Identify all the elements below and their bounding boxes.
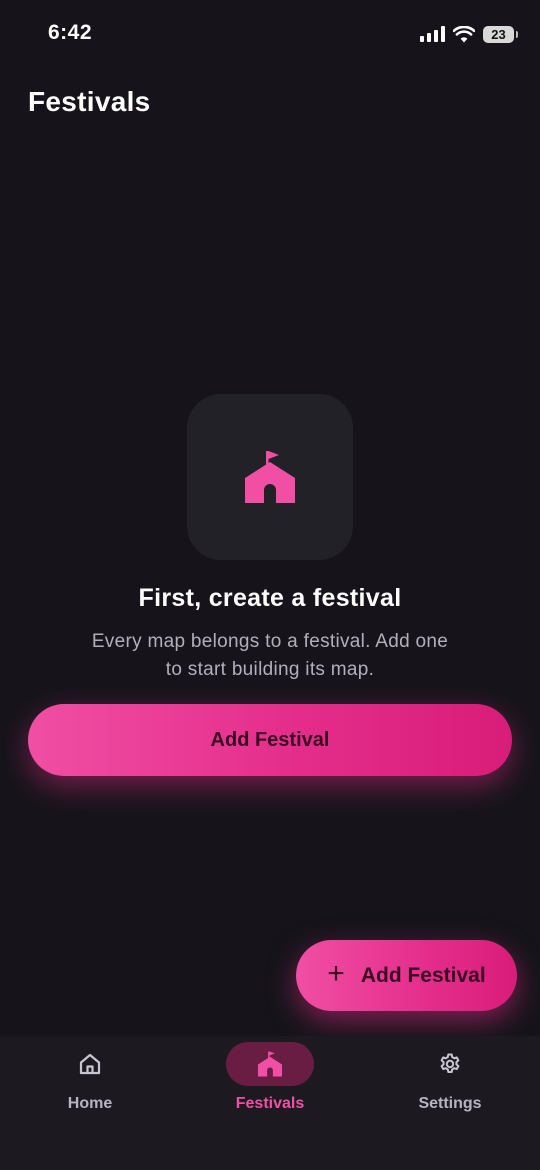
empty-state-title: First, create a festival (138, 584, 402, 612)
empty-state-icon-tile (187, 394, 353, 560)
nav-item-festivals[interactable]: Festivals (180, 1036, 360, 1170)
fab-label: Add Festival (360, 963, 486, 987)
add-festival-fab[interactable]: + Add Festival (296, 940, 517, 1011)
add-festival-button[interactable]: Add Festival (28, 704, 512, 776)
nav-item-festivals-pill (226, 1042, 314, 1086)
battery-level: 23 (491, 26, 506, 42)
nav-item-home[interactable]: Home (0, 1036, 180, 1170)
nav-item-settings-label: Settings (418, 1095, 482, 1112)
battery-icon: 23 (483, 25, 518, 43)
gear-icon (440, 1053, 460, 1073)
festival-tent-icon (245, 451, 295, 503)
festival-tent-icon (257, 1051, 283, 1077)
home-icon (79, 1053, 101, 1075)
nav-item-home-pill (46, 1042, 134, 1086)
nav-item-settings-pill (406, 1042, 494, 1086)
plus-icon: + (327, 957, 345, 990)
cellular-signal-icon (420, 26, 445, 42)
festivals-screen: 6:42 23 Festivals First, create a festiv… (0, 0, 540, 1170)
bottom-nav: Home Festivals Settings (0, 1036, 540, 1170)
empty-state-description: Every map belongs to a festival. Add one… (91, 631, 449, 680)
nav-item-festivals-label: Festivals (235, 1095, 305, 1112)
page-title: Festivals (28, 86, 151, 117)
status-time: 6:42 (48, 21, 93, 44)
nav-item-home-label: Home (67, 1095, 113, 1112)
nav-item-settings[interactable]: Settings (360, 1036, 540, 1170)
status-bar: 6:42 23 (0, 0, 540, 70)
status-icons: 23 (420, 23, 518, 45)
wifi-icon (453, 25, 475, 42)
